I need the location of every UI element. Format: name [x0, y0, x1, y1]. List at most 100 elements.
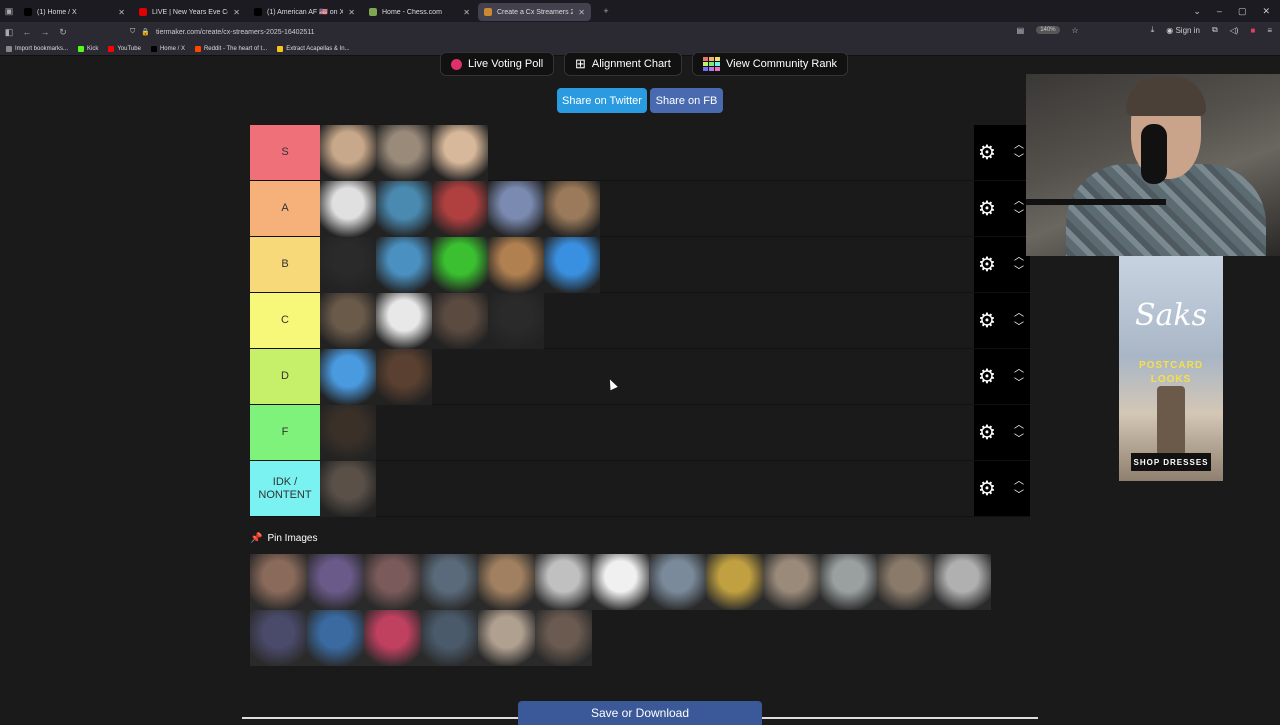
- pool-thumbnail[interactable]: [250, 554, 307, 610]
- chevron-up-icon[interactable]: ︿: [1014, 196, 1024, 208]
- bookmark-item[interactable]: YouTube: [108, 45, 141, 52]
- gear-icon[interactable]: ⚙: [978, 140, 996, 165]
- chevron-down-icon[interactable]: ﹀: [1014, 266, 1024, 278]
- bookmark-item[interactable]: Import bookmarks...: [6, 45, 68, 52]
- browser-tab[interactable]: (1) Home / X ✕: [18, 3, 131, 21]
- chevron-down-icon[interactable]: ﹀: [1014, 322, 1024, 334]
- forward-button[interactable]: →: [36, 27, 54, 37]
- chevron-up-icon[interactable]: ︿: [1014, 252, 1024, 264]
- zoom-level[interactable]: 140%: [1036, 26, 1060, 34]
- chevron-down-icon[interactable]: ﹀: [1014, 210, 1024, 222]
- pool-thumbnail[interactable]: [820, 554, 877, 610]
- sidebar-toggle-icon[interactable]: ◧: [0, 27, 18, 38]
- streamer-thumbnail[interactable]: [488, 293, 544, 349]
- live-voting-poll-button[interactable]: Live Voting Poll: [440, 52, 555, 76]
- pool-thumbnail[interactable]: [478, 610, 535, 666]
- chevron-up-icon[interactable]: ︿: [1014, 476, 1024, 488]
- extension-red-icon[interactable]: ■: [1250, 26, 1255, 35]
- bookmark-item[interactable]: Reddit - The heart of t...: [194, 45, 267, 52]
- gear-icon[interactable]: ⚙: [978, 252, 996, 277]
- ad-shop-button[interactable]: SHOP DRESSES: [1131, 453, 1211, 471]
- pool-thumbnail[interactable]: [307, 610, 364, 666]
- tier-label[interactable]: S: [250, 125, 320, 180]
- pool-thumbnail[interactable]: [706, 554, 763, 610]
- pool-thumbnail[interactable]: [649, 554, 706, 610]
- gear-icon[interactable]: ⚙: [978, 476, 996, 501]
- back-button[interactable]: ←: [18, 27, 36, 37]
- tab-close-icon[interactable]: ✕: [578, 8, 585, 17]
- streamer-thumbnail[interactable]: [488, 237, 544, 293]
- minimize-button[interactable]: –: [1217, 6, 1222, 16]
- chevron-down-icon[interactable]: ﹀: [1014, 378, 1024, 390]
- tier-label[interactable]: D: [250, 349, 320, 404]
- tab-close-icon[interactable]: ✕: [233, 8, 240, 17]
- chevron-down-icon[interactable]: ﹀: [1014, 434, 1024, 446]
- streamer-thumbnail[interactable]: [320, 461, 376, 517]
- streamer-thumbnail[interactable]: [320, 349, 376, 405]
- streamer-thumbnail[interactable]: [376, 125, 432, 181]
- pool-thumbnail[interactable]: [877, 554, 934, 610]
- streamer-thumbnail[interactable]: [432, 181, 488, 237]
- pool-thumbnail[interactable]: [478, 554, 535, 610]
- tier-label[interactable]: A: [250, 181, 320, 236]
- reader-view-icon[interactable]: ▤: [1017, 26, 1025, 35]
- tier-label[interactable]: IDK / NONTENT: [250, 461, 320, 516]
- streamer-thumbnail[interactable]: [432, 125, 488, 181]
- pool-thumbnail[interactable]: [934, 554, 991, 610]
- extensions-icon[interactable]: ⧉: [1212, 25, 1218, 35]
- chevron-down-icon[interactable]: ﹀: [1014, 154, 1024, 166]
- view-community-rank-button[interactable]: View Community Rank: [692, 52, 849, 76]
- pool-thumbnail[interactable]: [307, 554, 364, 610]
- chevron-up-icon[interactable]: ︿: [1014, 420, 1024, 432]
- streamer-thumbnail[interactable]: [320, 405, 376, 461]
- tier-label[interactable]: B: [250, 237, 320, 292]
- tier-label[interactable]: C: [250, 293, 320, 348]
- pool-thumbnail[interactable]: [250, 610, 307, 666]
- gear-icon[interactable]: ⚙: [978, 308, 996, 333]
- share-twitter-button[interactable]: Share on Twitter: [557, 88, 647, 113]
- chevron-down-icon[interactable]: ﹀: [1014, 490, 1024, 502]
- streamer-thumbnail[interactable]: [544, 181, 600, 237]
- url-bar[interactable]: ⛉ 🔒 tiermaker.com/create/cx-streamers-20…: [130, 25, 1030, 39]
- gear-icon[interactable]: ⚙: [978, 196, 996, 221]
- pool-thumbnail[interactable]: [364, 554, 421, 610]
- alignment-chart-button[interactable]: ⊞ Alignment Chart: [564, 52, 682, 76]
- browser-tab[interactable]: LIVE | New Years Eve Celebratio ✕: [133, 3, 246, 21]
- gear-icon[interactable]: ⚙: [978, 364, 996, 389]
- tab-close-icon[interactable]: ✕: [463, 8, 470, 17]
- tab-close-icon[interactable]: ✕: [348, 8, 355, 17]
- maximize-button[interactable]: ▢: [1238, 6, 1247, 17]
- pool-thumbnail[interactable]: [535, 610, 592, 666]
- menu-icon[interactable]: ≡: [1267, 26, 1272, 35]
- pool-thumbnail[interactable]: [421, 610, 478, 666]
- streamer-thumbnail[interactable]: [320, 181, 376, 237]
- streamer-thumbnail[interactable]: [488, 181, 544, 237]
- reload-button[interactable]: ↻: [54, 27, 72, 38]
- pool-thumbnail[interactable]: [535, 554, 592, 610]
- chevron-up-icon[interactable]: ︿: [1014, 308, 1024, 320]
- advertisement[interactable]: Saks POSTCARD LOOKS SHOP DRESSES: [1119, 256, 1223, 481]
- browser-tab[interactable]: (1) American AF 🇺🇸 on X: "A mo ✕: [248, 3, 361, 21]
- streamer-thumbnail[interactable]: [544, 237, 600, 293]
- chevron-up-icon[interactable]: ︿: [1014, 364, 1024, 376]
- bookmark-item[interactable]: Extract Acapellas & In...: [277, 45, 350, 52]
- streamer-thumbnail[interactable]: [376, 349, 432, 405]
- account-button[interactable]: ◉ Sign in: [1166, 26, 1200, 35]
- streamer-thumbnail[interactable]: [376, 237, 432, 293]
- save-download-button[interactable]: Save or Download: [518, 701, 762, 725]
- browser-tab[interactable]: Create a Cx Streamers 2025 Tie ✕: [478, 3, 591, 21]
- streamer-thumbnail[interactable]: [376, 181, 432, 237]
- bookmark-item[interactable]: Kick: [78, 45, 98, 52]
- streamer-thumbnail[interactable]: [432, 237, 488, 293]
- streamer-thumbnail[interactable]: [376, 293, 432, 349]
- streamer-thumbnail[interactable]: [320, 237, 376, 293]
- pool-thumbnail[interactable]: [763, 554, 820, 610]
- tab-close-icon[interactable]: ✕: [118, 8, 125, 17]
- tab-overflow-icon[interactable]: ⌄: [1193, 6, 1201, 17]
- download-icon[interactable]: ⤓: [1151, 25, 1155, 35]
- tier-label[interactable]: F: [250, 405, 320, 460]
- chevron-up-icon[interactable]: ︿: [1014, 140, 1024, 152]
- close-window-button[interactable]: ✕: [1262, 6, 1270, 17]
- pool-thumbnail[interactable]: [421, 554, 478, 610]
- gear-icon[interactable]: ⚙: [978, 420, 996, 445]
